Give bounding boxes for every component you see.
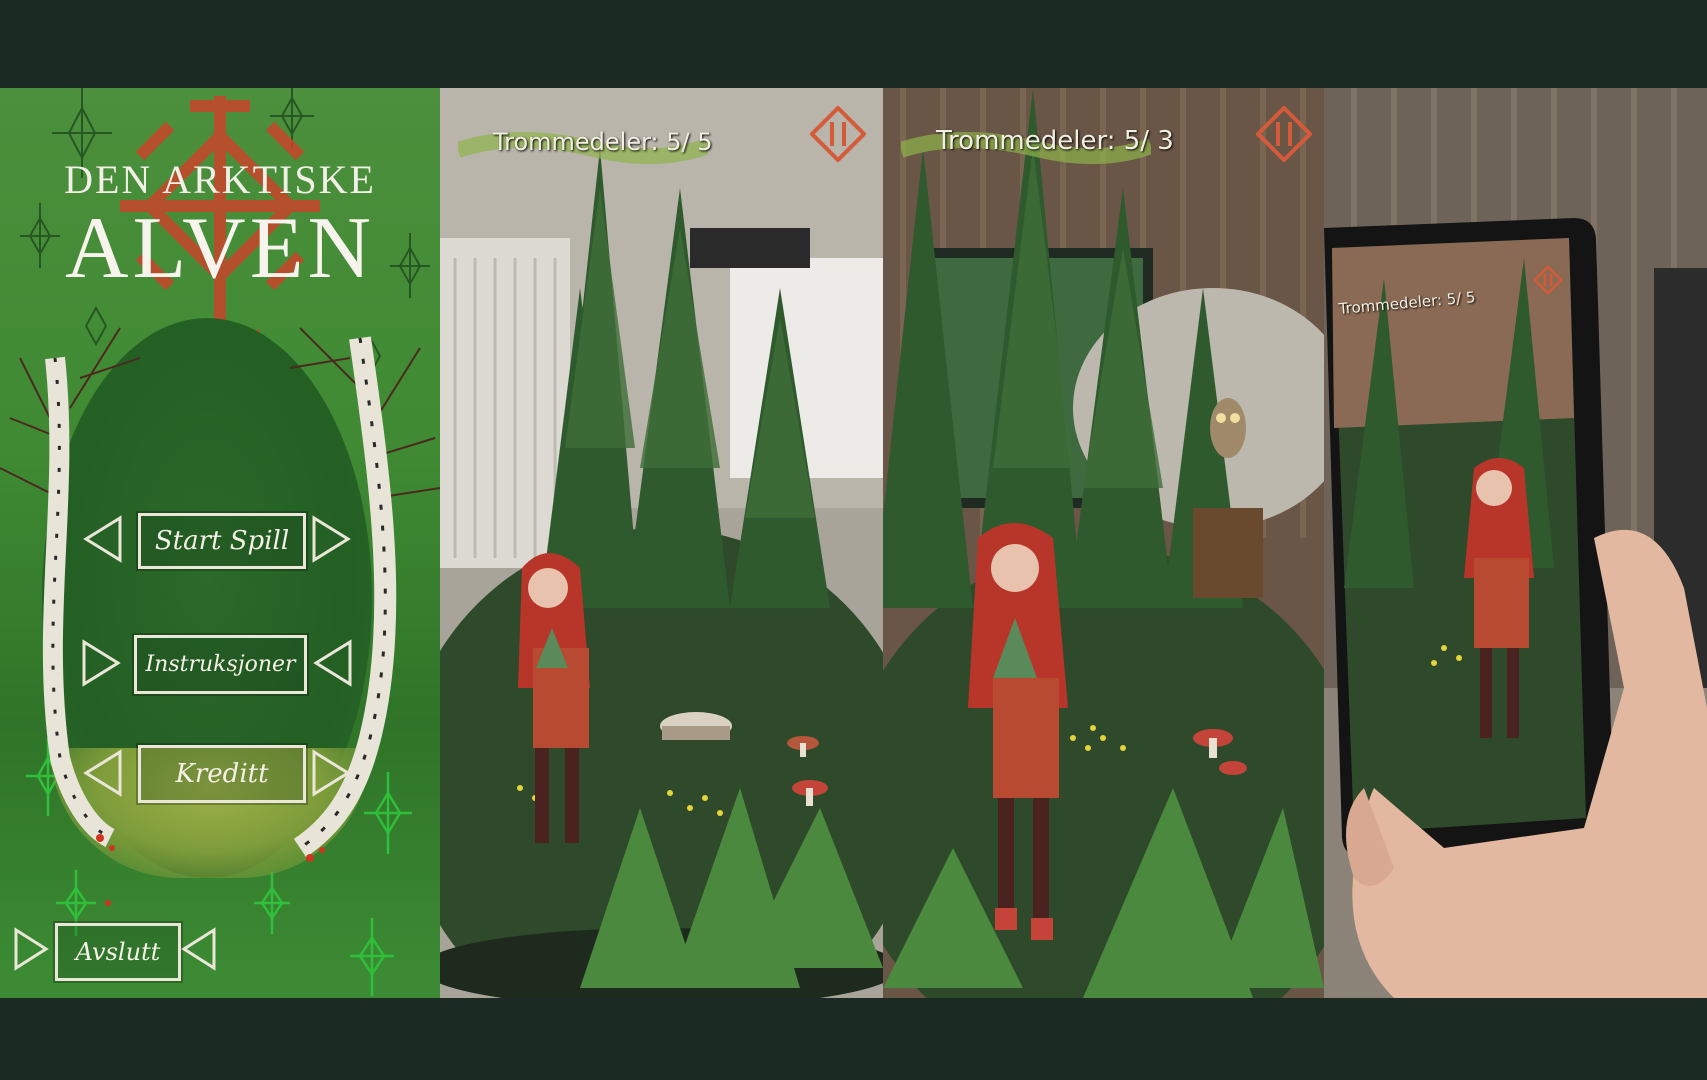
ar-forest-scene xyxy=(440,88,883,998)
pause-rune-icon[interactable] xyxy=(810,106,866,162)
arrow-left-icon xyxy=(181,927,216,971)
arrow-right-icon xyxy=(312,749,351,797)
instructions-button[interactable]: Instruksjoner xyxy=(134,635,307,694)
arrow-right-icon xyxy=(82,639,121,687)
credits-button[interactable]: Kreditt xyxy=(138,745,306,803)
arrow-left-icon xyxy=(313,639,352,687)
birch-trees xyxy=(0,327,440,906)
arrow-right-icon xyxy=(312,515,351,563)
pause-rune-icon[interactable] xyxy=(1534,266,1562,294)
arrow-right-icon xyxy=(14,927,49,971)
drum-parts-counter: Trommedeler: 5/ 3 xyxy=(936,126,1174,156)
photo-phone-in-hand: Trommedeler: 5/ 5 xyxy=(1324,88,1707,998)
start-game-button[interactable]: Start Spill xyxy=(138,513,306,569)
game-title-line1: DEN ARKTISKE xyxy=(64,157,376,202)
arrow-left-icon xyxy=(83,749,122,797)
arrow-left-icon xyxy=(83,515,122,563)
photo-background xyxy=(1324,88,1707,998)
main-menu-screen: DEN ARKTISKE ALVEN Start Spill Instruksj… xyxy=(0,88,440,998)
ar-forest-scene xyxy=(883,88,1324,998)
pause-rune-icon[interactable] xyxy=(1256,106,1312,162)
drum-parts-counter: Trommedeler: 5/ 5 xyxy=(493,128,713,156)
quit-button[interactable]: Avslutt xyxy=(55,923,181,981)
ar-scene-screen-2: Trommedeler: 5/ 3 xyxy=(883,88,1324,998)
ar-scene-screen-1: Trommedeler: 5/ 5 xyxy=(440,88,883,998)
